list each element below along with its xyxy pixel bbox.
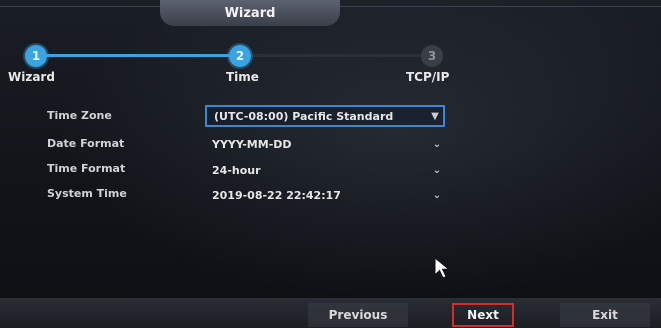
step-2-label: Time [226,70,259,84]
chevron-down-icon: ⌄ [432,138,442,150]
step-3-label: TCP/IP [406,70,450,84]
chevron-down-icon: ▼ [431,110,439,122]
time-zone-select[interactable]: (UTC-08:00) Pacific Standard ▼ [205,105,445,127]
previous-button[interactable]: Previous [308,303,408,327]
progress-line-complete [36,54,240,57]
time-format-value: 24-hour [212,163,261,177]
chevron-down-icon: ⌄ [432,189,442,201]
progress-line-pending [250,54,430,57]
mouse-pointer-icon [434,257,451,279]
time-format-label: Time Format [47,162,126,175]
time-format-select[interactable]: 24-hour ⌄ [205,159,445,181]
step-1-label: Wizard [8,70,55,84]
system-time-label: System Time [47,187,127,200]
time-zone-value: (UTC-08:00) Pacific Standard [214,109,394,123]
step-1-indicator: 1 [25,45,47,67]
chevron-down-icon: ⌄ [432,164,442,176]
system-time-value: 2019-08-22 22:42:17 [212,188,341,202]
date-format-label: Date Format [47,137,125,150]
system-time-field[interactable]: 2019-08-22 22:42:17 ⌄ [205,184,445,206]
wizard-title: Wizard [160,0,340,26]
step-2-indicator: 2 [229,45,251,67]
exit-button[interactable]: Exit [560,303,650,327]
wizard-screen: Wizard 1 2 3 Wizard Time TCP/IP Time Zon… [0,0,661,328]
step-3-indicator: 3 [421,45,443,67]
next-button[interactable]: Next [452,303,514,327]
time-zone-label: Time Zone [47,109,112,122]
date-format-select[interactable]: YYYY-MM-DD ⌄ [205,133,445,155]
date-format-value: YYYY-MM-DD [212,137,292,151]
